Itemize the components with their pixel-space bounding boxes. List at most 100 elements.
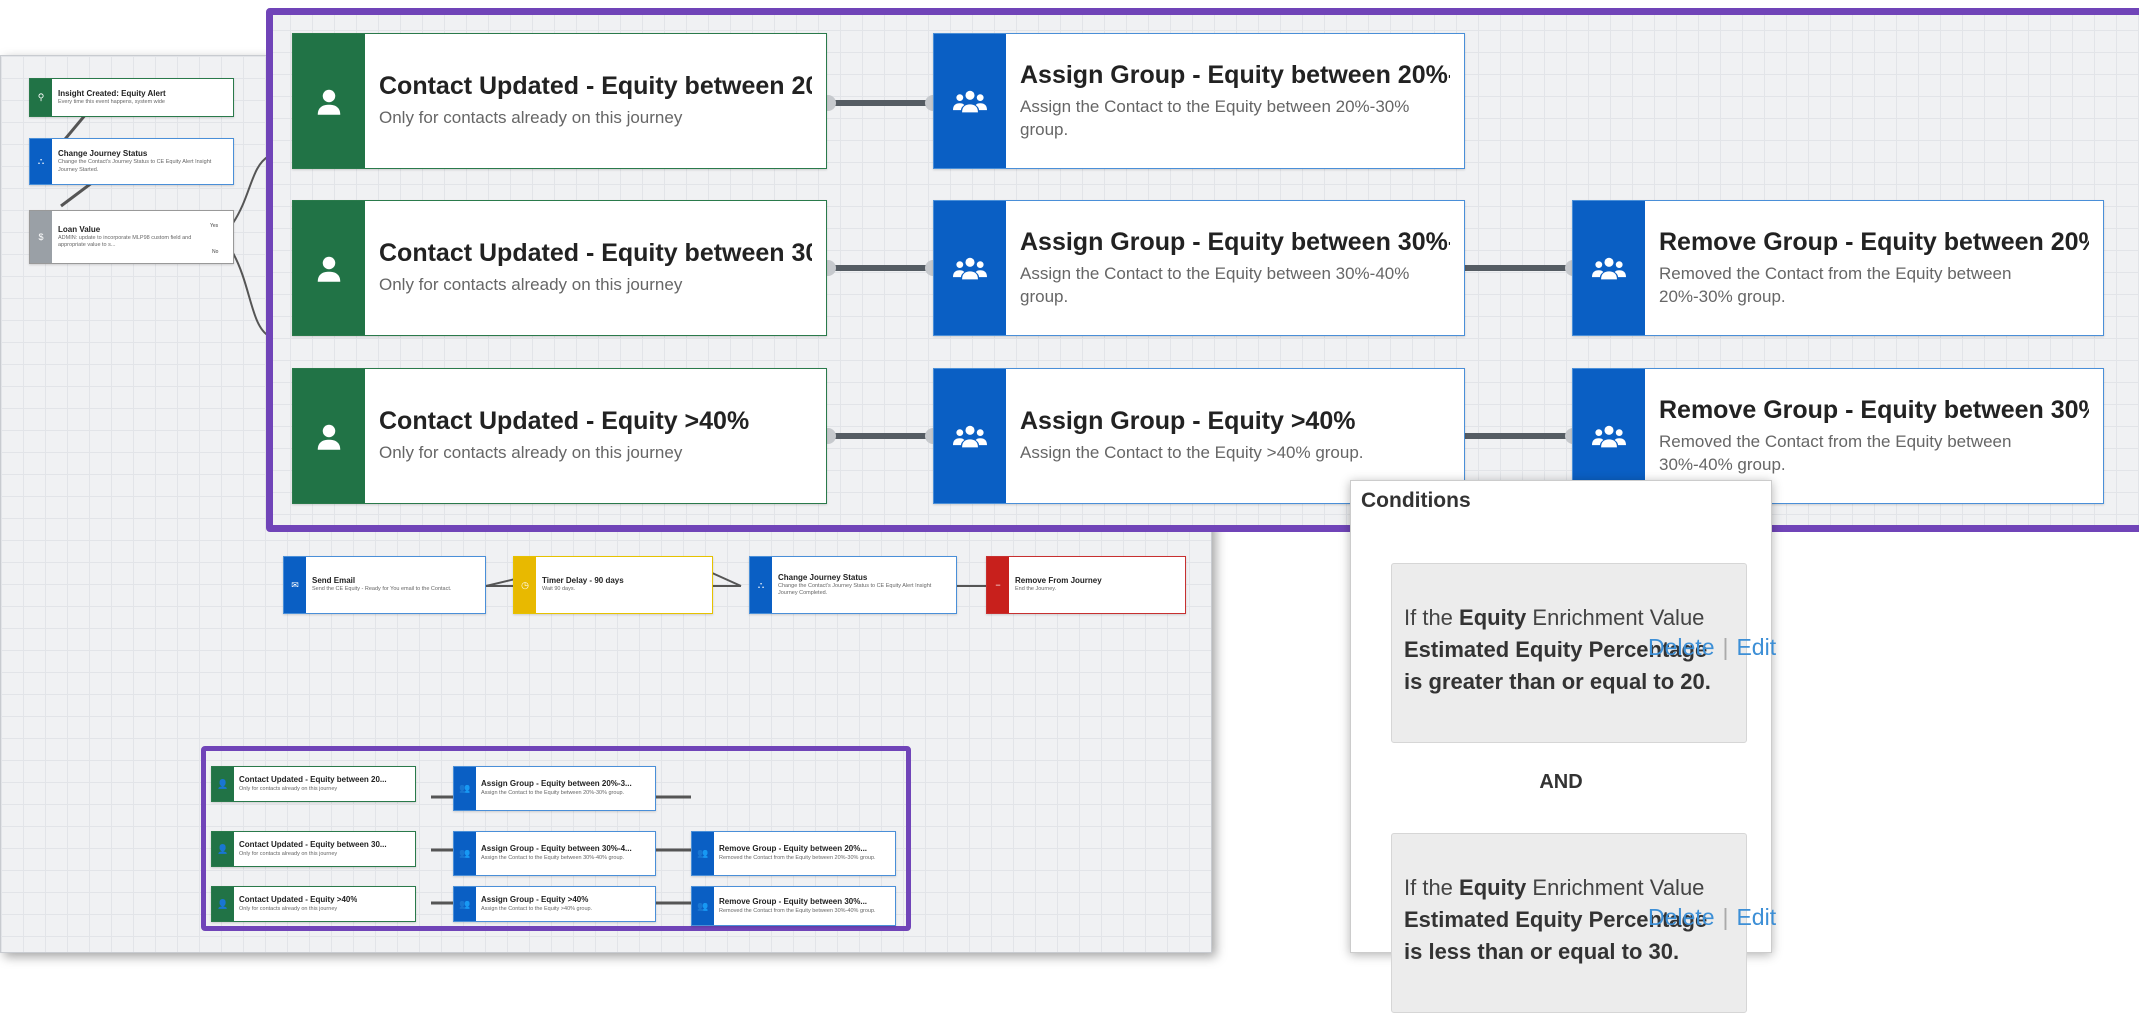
condition-2-actions: Delete | Edit xyxy=(1648,904,1776,931)
group-icon: 👥 xyxy=(454,832,476,875)
group-icon xyxy=(934,369,1006,503)
connector xyxy=(825,433,935,439)
group-icon xyxy=(934,34,1006,168)
condition-prefix: If the xyxy=(1404,605,1460,630)
card-subtitle: Assign the Contact to the Equity between… xyxy=(481,790,625,797)
change-journey-status-completed-card[interactable]: ⛬ Change Journey Status Change the Contac… xyxy=(749,556,957,614)
card-title: Assign Group - Equity between 20%-3... xyxy=(481,779,632,789)
person-icon xyxy=(293,369,365,503)
card-subtitle: Removed the Contact from the Equity betw… xyxy=(719,907,876,914)
card-title: Assign Group - Equity between 20%-3... xyxy=(1020,60,1450,89)
card-subtitle: Removed the Contact from the Equity betw… xyxy=(1659,431,2012,474)
group-icon xyxy=(934,201,1006,335)
contact-updated-equity-40-card[interactable]: Contact Updated - Equity >40% Only for co… xyxy=(292,368,827,504)
card-title: Assign Group - Equity >40% xyxy=(481,894,589,904)
delete-condition-link[interactable]: Delete xyxy=(1648,904,1714,930)
card-title: Assign Group - Equity between 30%-4... xyxy=(481,844,632,854)
card-subtitle: Only for contacts already on this journe… xyxy=(379,108,683,128)
pin-icon: ⚲ xyxy=(30,79,52,116)
send-email-card[interactable]: ✉ Send Email Send the CE Equity - Ready f… xyxy=(283,556,486,614)
card-title: Insight Created: Equity Alert xyxy=(58,88,166,98)
card-subtitle: Assign the Contact to the Equity between… xyxy=(1020,263,1410,306)
card-title: Change Journey Status xyxy=(778,572,868,582)
change-journey-status-card[interactable]: ⛬ Change Journey Status Change the Contac… xyxy=(29,138,234,185)
conditions-header: Conditions xyxy=(1361,489,1471,512)
person-icon: 👤 xyxy=(212,767,234,801)
and-operator: AND xyxy=(1539,771,1583,793)
thumb-assign-group-1[interactable]: 👥 Assign Group - Equity between 20%-3...… xyxy=(453,766,656,811)
card-subtitle: Only for contacts already on this journe… xyxy=(239,785,338,792)
card-title: Contact Updated - Equity between 20... xyxy=(379,72,812,101)
condition-field: Equity xyxy=(1459,875,1527,900)
hierarchy-icon: ⛬ xyxy=(30,139,52,184)
card-title: Contact Updated - Equity between 30... xyxy=(379,239,812,268)
card-subtitle: Assign the Contact to the Equity >40% gr… xyxy=(1020,443,1364,463)
person-icon: 👤 xyxy=(212,887,234,921)
card-title: Contact Updated - Equity >40% xyxy=(239,894,358,904)
assign-group-equity-30-40-card[interactable]: Assign Group - Equity between 30%-4... As… xyxy=(933,200,1465,336)
delete-condition-link[interactable]: Delete xyxy=(1648,634,1714,660)
condition-field: Equity xyxy=(1459,605,1527,630)
card-title: Remove From Journey xyxy=(1015,576,1102,586)
envelope-icon: ✉ xyxy=(284,557,306,613)
card-subtitle: Only for contacts already on this journe… xyxy=(379,443,683,463)
connector xyxy=(1463,433,1573,439)
insight-created-card[interactable]: ⚲ Insight Created: Equity Alert Every tim… xyxy=(29,78,234,117)
action-separator: | xyxy=(1722,904,1729,930)
minus-icon: − xyxy=(987,557,1009,613)
timer-delay-card[interactable]: ◷ Timer Delay - 90 days Wait 90 days. xyxy=(513,556,713,614)
card-title: Contact Updated - Equity between 20... xyxy=(239,774,387,784)
card-subtitle: Only for contacts already on this journe… xyxy=(239,905,338,912)
person-icon xyxy=(293,34,365,168)
thumb-assign-group-2[interactable]: 👥 Assign Group - Equity between 30%-4...… xyxy=(453,831,656,876)
condition-2: If the Equity Enrichment Value Estimated… xyxy=(1391,833,1776,1013)
thumb-contact-updated-3[interactable]: 👤 Contact Updated - Equity >40% Only for … xyxy=(211,886,416,922)
card-subtitle: Change the Contact's Journey Status to C… xyxy=(778,582,932,596)
condition-rule: is greater than or equal to 20. xyxy=(1404,668,1711,694)
no-branch-label: No xyxy=(212,249,219,255)
edit-condition-link[interactable]: Edit xyxy=(1736,634,1776,660)
thumb-assign-group-3[interactable]: 👥 Assign Group - Equity >40% Assign the C… xyxy=(453,886,656,922)
card-title: Send Email xyxy=(312,576,356,586)
card-title: Change Journey Status xyxy=(58,149,148,159)
group-icon: 👥 xyxy=(454,887,476,921)
condition-mid: Enrichment Value xyxy=(1526,875,1705,900)
card-subtitle: Assign the Contact to the Equity >40% gr… xyxy=(481,905,593,912)
loan-value-card[interactable]: $ Loan Value ADMIN: update to incorporate… xyxy=(29,210,234,264)
card-title: Assign Group - Equity >40% xyxy=(1020,407,1356,436)
card-subtitle: Change the Contact's Journey Status to C… xyxy=(58,159,212,173)
card-subtitle: End the Journey. xyxy=(1015,586,1057,593)
hierarchy-icon: ⛬ xyxy=(750,557,772,613)
condition-mid: Enrichment Value xyxy=(1526,605,1705,630)
thumb-remove-group-1[interactable]: 👥 Remove Group - Equity between 20%... Re… xyxy=(691,831,896,876)
connector xyxy=(825,265,935,271)
card-title: Timer Delay - 90 days xyxy=(542,576,624,586)
assign-group-equity-20-30-card[interactable]: Assign Group - Equity between 20%-3... As… xyxy=(933,33,1465,169)
condition-rule: is less than or equal to 30. xyxy=(1404,938,1680,964)
card-title: Remove Group - Equity between 30%... xyxy=(719,896,868,906)
thumb-contact-updated-2[interactable]: 👤 Contact Updated - Equity between 30...… xyxy=(211,831,416,867)
edit-condition-link[interactable]: Edit xyxy=(1736,904,1776,930)
conditions-panel: Conditions If the Equity Enrichment Valu… xyxy=(1350,480,1776,1013)
card-subtitle: Removed the Contact from the Equity betw… xyxy=(1659,263,2012,306)
card-subtitle: Assign the Contact to the Equity between… xyxy=(481,855,625,862)
clock-icon: ◷ xyxy=(514,557,536,613)
condition-1: If the Equity Enrichment Value Estimated… xyxy=(1391,563,1776,743)
person-icon: 👤 xyxy=(212,832,234,866)
remove-from-journey-card[interactable]: − Remove From Journey End the Journey. xyxy=(986,556,1186,614)
card-title: Assign Group - Equity between 30%-4... xyxy=(1020,227,1450,256)
contact-updated-equity-30-card[interactable]: Contact Updated - Equity between 30... On… xyxy=(292,200,827,336)
connector xyxy=(1463,265,1573,271)
card-title: Contact Updated - Equity >40% xyxy=(379,407,750,436)
group-icon: 👥 xyxy=(454,767,476,810)
action-separator: | xyxy=(1722,634,1729,660)
dollar-icon: $ xyxy=(30,211,52,263)
thumb-remove-group-2[interactable]: 👥 Remove Group - Equity between 30%... Re… xyxy=(691,886,896,926)
thumb-contact-updated-1[interactable]: 👤 Contact Updated - Equity between 20...… xyxy=(211,766,416,802)
card-subtitle: ADMIN: update to incorporate MLP98 custo… xyxy=(58,234,192,248)
card-title: Remove Group - Equity between 30%... xyxy=(1659,395,2089,424)
remove-group-equity-20-30-card[interactable]: Remove Group - Equity between 20%... Remo… xyxy=(1572,200,2104,336)
contact-updated-equity-20-card[interactable]: Contact Updated - Equity between 20... On… xyxy=(292,33,827,169)
group-icon: 👥 xyxy=(692,887,714,925)
condition-1-actions: Delete | Edit xyxy=(1648,634,1776,661)
